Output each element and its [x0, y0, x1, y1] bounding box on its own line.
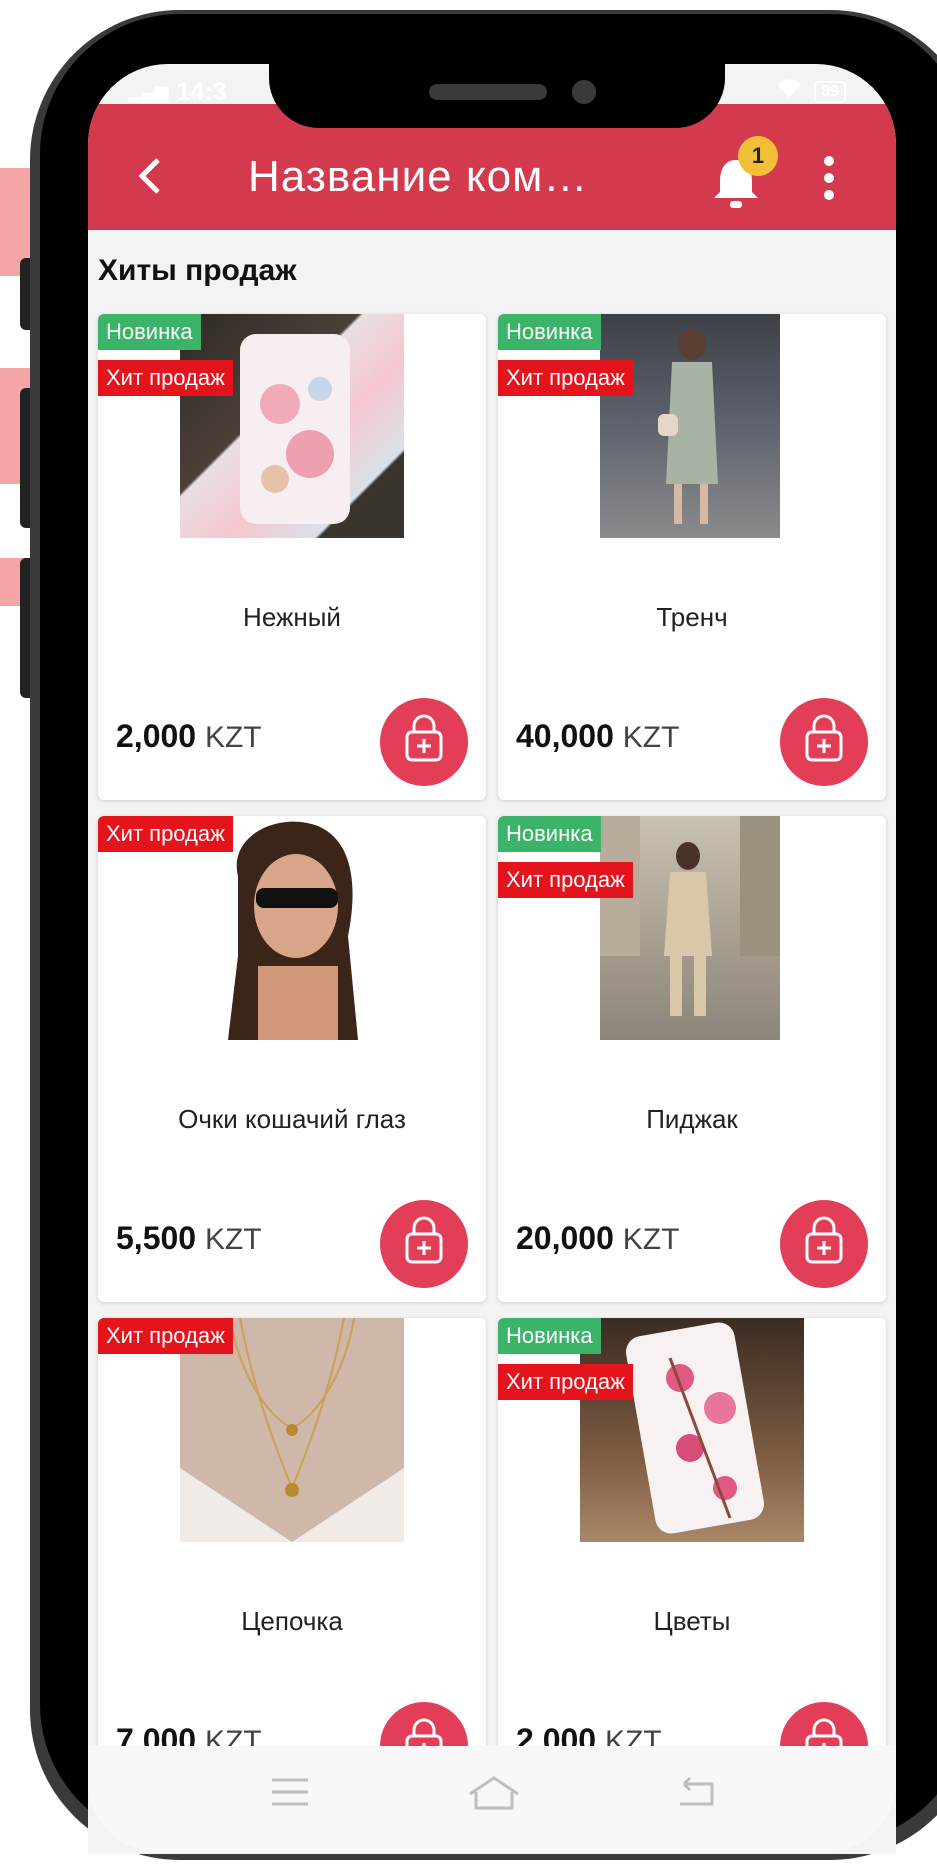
product-name: Пиджак: [646, 1104, 738, 1134]
badge-hit: Хит продаж: [498, 1364, 633, 1400]
back-nav-button[interactable]: [676, 1774, 720, 1815]
product-image: [218, 816, 368, 1040]
badge-hit: Хит продаж: [98, 1318, 233, 1354]
product-image: [180, 314, 404, 538]
product-card[interactable]: Хит продаж Цепочка 7,000 KZT: [98, 1318, 486, 1804]
more-vert-icon: [824, 156, 834, 166]
back-button[interactable]: [136, 156, 164, 204]
speaker: [429, 84, 547, 100]
wifi-icon: [776, 78, 802, 106]
home-icon: [469, 1776, 519, 1810]
badge-hit: Хит продаж: [98, 816, 233, 852]
product-price: 5,500 KZT: [116, 1220, 262, 1256]
more-menu-button[interactable]: [824, 156, 838, 207]
product-price: 20,000 KZT: [516, 1220, 680, 1256]
product-card[interactable]: Новинка Хит продаж Пиджак 20,000 KZT: [498, 816, 886, 1302]
add-to-cart-button[interactable]: [380, 1200, 468, 1288]
shopping-bag-plus-icon: [805, 714, 843, 762]
app-screen: ▂▄▆ 14:3 89 Название ком… 1 Хиты продаж: [88, 64, 896, 1854]
badge-hit: Хит продаж: [498, 360, 633, 396]
chevron-left-icon: [138, 158, 160, 194]
product-image: [600, 816, 780, 1040]
signal-icon: ▂▄▆: [128, 82, 169, 102]
product-image: [600, 314, 780, 538]
badge-new: Новинка: [498, 1318, 601, 1354]
product-card[interactable]: Новинка Хит продаж Нежный 2,000 KZT: [98, 314, 486, 800]
add-to-cart-button[interactable]: [780, 1200, 868, 1288]
badge-new: Новинка: [498, 314, 601, 350]
section-title: Хиты продаж: [98, 254, 297, 287]
product-image: [580, 1318, 804, 1542]
status-bar-left: ▂▄▆ 14:3: [128, 78, 227, 107]
shopping-bag-plus-icon: [405, 1216, 443, 1264]
back-arrow-icon: [680, 1776, 714, 1806]
status-time: 14:3: [176, 78, 227, 106]
product-name: Нежный: [243, 602, 341, 632]
badge-new: Новинка: [98, 314, 201, 350]
product-name: Цепочка: [241, 1606, 343, 1636]
shopping-bag-plus-icon: [405, 714, 443, 762]
battery-indicator: 89: [814, 81, 846, 103]
product-card[interactable]: Хит продаж Очки кошачий глаз 5,500 KZT: [98, 816, 486, 1302]
product-name: Очки кошачий глаз: [178, 1104, 406, 1134]
status-bar-right: 89: [776, 78, 846, 106]
product-price: 40,000 KZT: [516, 718, 680, 754]
page-title: Название ком…: [248, 152, 589, 201]
product-name: Тренч: [656, 602, 728, 632]
front-camera: [572, 80, 596, 104]
add-to-cart-button[interactable]: [780, 698, 868, 786]
home-button[interactable]: [466, 1774, 522, 1819]
add-to-cart-button[interactable]: [380, 698, 468, 786]
product-card[interactable]: Новинка Хит продаж Тренч 40,000 KZT: [498, 314, 886, 800]
product-card[interactable]: Новинка Хит продаж Цветы 2,000 KZT: [498, 1318, 886, 1804]
product-price: 2,000 KZT: [116, 718, 262, 754]
recent-apps-button[interactable]: [270, 1774, 310, 1815]
shopping-bag-plus-icon: [805, 1216, 843, 1264]
badge-hit: Хит продаж: [498, 862, 633, 898]
camera-notch: [269, 64, 725, 128]
product-name: Цветы: [653, 1606, 731, 1636]
badge-hit: Хит продаж: [98, 360, 233, 396]
notification-badge: 1: [738, 136, 778, 176]
badge-new: Новинка: [498, 816, 601, 852]
menu-lines-icon: [272, 1778, 308, 1806]
system-nav-bar: [88, 1746, 896, 1852]
